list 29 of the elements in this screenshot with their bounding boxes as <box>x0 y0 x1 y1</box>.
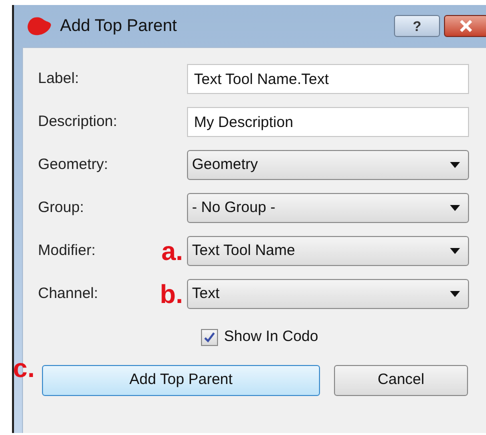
text-field[interactable]: Text Tool Name.Text <box>187 64 469 94</box>
checkbox-label: Show In Codo <box>224 326 318 347</box>
dialog-button[interactable]: Cancel <box>334 365 468 396</box>
window-title: Add Top Parent <box>60 15 177 38</box>
annotation-letter: a. <box>161 238 183 264</box>
checkmark-icon <box>204 332 215 342</box>
field-label: Group: <box>38 198 85 218</box>
field-label: Channel: <box>38 284 100 304</box>
checkbox[interactable] <box>201 328 218 346</box>
close-icon <box>459 20 473 32</box>
dropdown-arrow-icon <box>450 248 460 254</box>
field-label: Modifier: <box>38 240 97 261</box>
text-field[interactable]: My Description <box>187 107 469 137</box>
dropdown[interactable]: Geometry <box>187 150 469 180</box>
field-label: Geometry: <box>38 154 110 175</box>
dropdown[interactable]: - No Group - <box>187 193 469 223</box>
dropdown-arrow-icon <box>450 291 460 297</box>
dialog-button[interactable]: Add Top Parent <box>42 365 320 396</box>
app-logo-icon <box>26 16 52 36</box>
annotation-letter: b. <box>160 281 183 307</box>
field-label: Label: <box>38 68 80 89</box>
help-button[interactable]: ? <box>394 15 440 37</box>
annotation-letter: c. <box>13 355 35 381</box>
dropdown-arrow-icon <box>450 205 460 211</box>
close-button[interactable] <box>444 15 486 37</box>
dropdown[interactable]: Text <box>187 279 469 309</box>
dropdown-arrow-icon <box>450 162 460 168</box>
field-label: Description: <box>38 112 118 132</box>
dropdown[interactable]: Text Tool Name <box>187 236 469 266</box>
